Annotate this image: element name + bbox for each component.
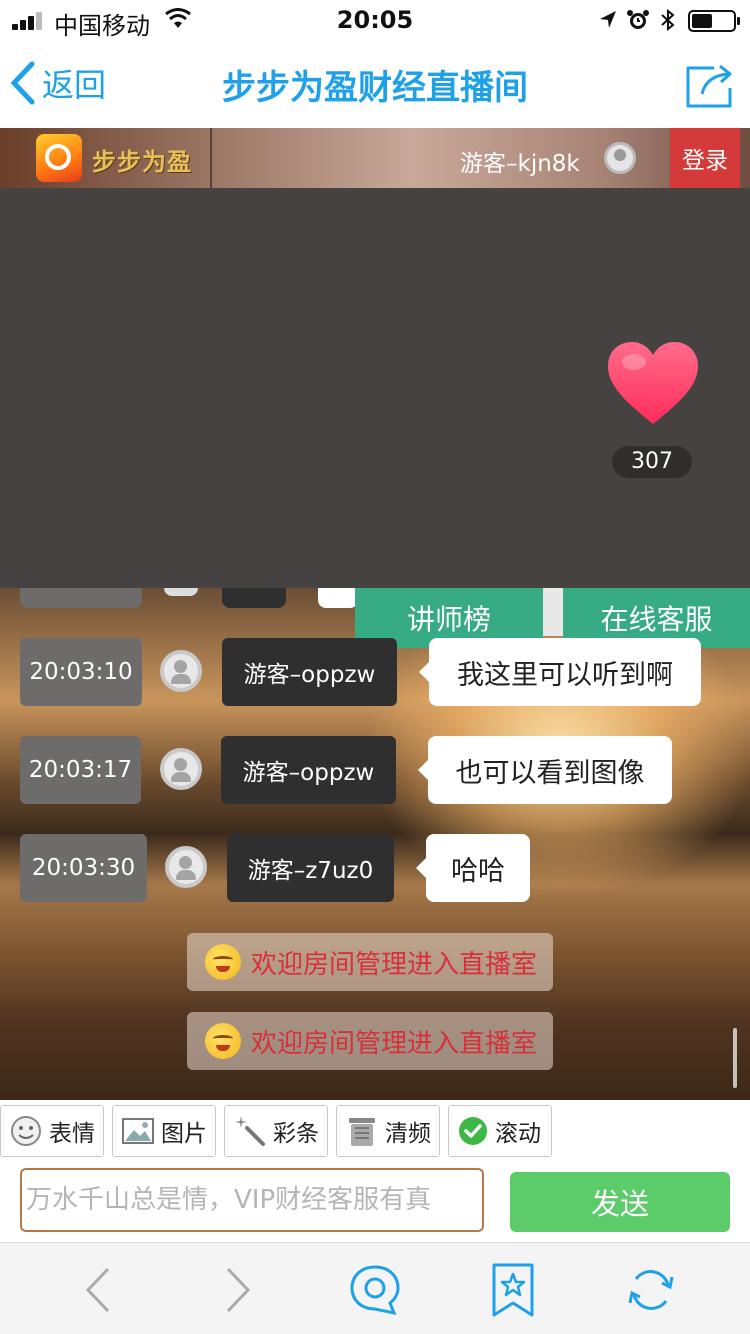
message-text: 也可以看到图像 (418, 736, 672, 804)
tool-label: 彩条 (273, 1121, 319, 1147)
battery-icon (688, 10, 740, 32)
browser-back-icon[interactable] (72, 1263, 126, 1317)
share-icon[interactable] (684, 62, 736, 110)
message-text-partial (318, 588, 358, 608)
tool-label: 图片 (161, 1121, 207, 1147)
magic-wand-icon (235, 1116, 265, 1146)
message-username[interactable]: 游客–oppzw (222, 638, 397, 706)
browser-forward-icon[interactable] (210, 1263, 264, 1317)
tool-label: 清频 (385, 1121, 431, 1147)
image-icon (122, 1118, 154, 1144)
emoji-button[interactable]: 表情 (0, 1105, 104, 1157)
message-time: 20:03:30 (20, 834, 147, 902)
emoji-icon (205, 1023, 241, 1059)
smiley-icon (11, 1116, 41, 1146)
color-bar-button[interactable]: 彩条 (224, 1105, 328, 1157)
system-notice-text: 欢迎房间管理进入直播室 (251, 1028, 538, 1059)
message-time: 20:03:17 (20, 736, 141, 804)
clear-screen-button[interactable]: 清频 (336, 1105, 440, 1157)
message-username[interactable]: 游客–oppzw (221, 736, 396, 804)
nav-bar: 返回 步步为盈财经直播间 (0, 40, 750, 128)
chat-toolbar: 表情 图片 彩条 清频 滚动 (0, 1100, 750, 1162)
avatar[interactable] (604, 142, 636, 174)
bluetooth-icon (661, 8, 675, 32)
send-button[interactable]: 发送 (510, 1172, 730, 1232)
location-arrow-icon (600, 11, 616, 28)
check-circle-icon (459, 1117, 487, 1145)
image-button[interactable]: 图片 (112, 1105, 216, 1157)
bookmark-star-icon[interactable] (486, 1263, 540, 1317)
message-text-partial (543, 588, 563, 636)
guest-name: 游客–kjn8k (460, 151, 580, 177)
system-notice: 欢迎房间管理进入直播室 (187, 933, 553, 991)
message-input[interactable] (20, 1168, 484, 1232)
emoji-icon (205, 944, 241, 980)
chat-bubble-icon[interactable] (348, 1263, 402, 1317)
message-time-partial (20, 588, 142, 608)
brand-logo-text: 步步为盈 (92, 148, 192, 176)
tool-label: 表情 (49, 1121, 95, 1147)
login-button[interactable]: 登录 (670, 128, 740, 188)
refresh-icon[interactable] (624, 1263, 678, 1317)
message-time: 20:03:10 (20, 638, 142, 706)
avatar[interactable] (160, 748, 202, 790)
system-notice-text: 欢迎房间管理进入直播室 (251, 949, 538, 980)
avatar-partial (164, 588, 198, 596)
avatar[interactable] (165, 846, 207, 888)
heart-icon[interactable] (606, 340, 700, 426)
trash-icon (349, 1118, 375, 1146)
message-username[interactable]: 游客–z7uz0 (227, 834, 394, 902)
alarm-icon (627, 10, 649, 29)
chat-area[interactable]: 讲师榜 在线客服 20:03:10 游客–oppzw 我这里可以听到啊 20:0… (0, 588, 750, 1100)
auto-scroll-toggle[interactable]: 滚动 (448, 1105, 552, 1157)
scrollbar[interactable] (733, 1028, 737, 1088)
message-text: 哈哈 (416, 834, 530, 902)
composer: 发送 (0, 1162, 750, 1242)
avatar[interactable] (160, 650, 202, 692)
like-count: 307 (612, 446, 692, 478)
status-bar: 中国移动 20:05 (0, 0, 750, 40)
tool-label: 滚动 (495, 1121, 541, 1147)
divider (210, 128, 212, 188)
message-text: 我这里可以听到啊 (419, 638, 701, 706)
username-partial (222, 588, 286, 608)
brand-logo-icon (36, 134, 82, 182)
system-notice: 欢迎房间管理进入直播室 (187, 1012, 553, 1070)
browser-toolbar (0, 1242, 750, 1334)
live-header: 步步为盈 游客–kjn8k 登录 (0, 128, 750, 188)
page-title: 步步为盈财经直播间 (222, 68, 528, 108)
video-player[interactable]: 307 (0, 188, 750, 588)
